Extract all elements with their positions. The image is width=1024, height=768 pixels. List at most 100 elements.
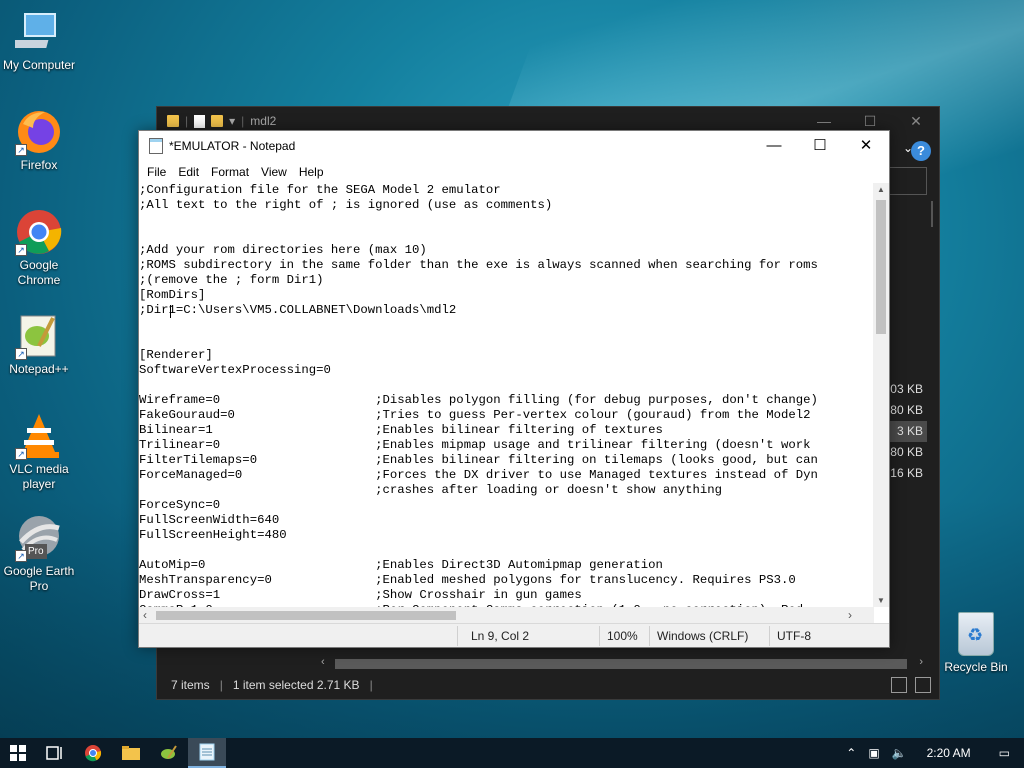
- line-ending: Windows (CRLF): [657, 629, 749, 643]
- menu-format[interactable]: Format: [205, 165, 255, 179]
- text-line[interactable]: [Renderer]: [139, 348, 874, 363]
- details-view-icon[interactable]: [891, 677, 907, 693]
- text-line[interactable]: DrawCross=1 ;Show Crosshair in gun games: [139, 588, 874, 603]
- scroll-up-icon[interactable]: ▲: [873, 185, 889, 194]
- menu-view[interactable]: View: [255, 165, 293, 179]
- text-line[interactable]: [139, 333, 874, 348]
- close-button[interactable]: ✕: [843, 131, 889, 161]
- taskbar-notepad-plus-plus[interactable]: [150, 738, 188, 768]
- status-separator: |: [369, 678, 373, 692]
- text-editor-area[interactable]: ;Configuration file for the SEGA Model 2…: [139, 183, 874, 607]
- zoom-level: 100%: [607, 629, 638, 643]
- text-line[interactable]: ForceManaged=0 ;Forces the DX driver to …: [139, 468, 874, 483]
- dropdown-icon[interactable]: ▾: [229, 114, 235, 128]
- desktop-icon-label: My Computer: [2, 58, 76, 72]
- taskbar-notepad[interactable]: [188, 738, 226, 768]
- text-line[interactable]: ;Configuration file for the SEGA Model 2…: [139, 183, 874, 198]
- text-line[interactable]: Wireframe=0 ;Disables polygon filling (f…: [139, 393, 874, 408]
- cursor-position: Ln 9, Col 2: [471, 629, 530, 643]
- task-view-icon: [46, 746, 62, 760]
- menu-help[interactable]: Help: [293, 165, 330, 179]
- notifications-icon[interactable]: ▭: [985, 746, 1024, 760]
- text-line[interactable]: [139, 543, 874, 558]
- text-line[interactable]: FullScreenWidth=640: [139, 513, 874, 528]
- text-line[interactable]: ;ROMS subdirectory in the same folder th…: [139, 258, 874, 273]
- desktop-icon-firefox[interactable]: ↗ Firefox: [1, 108, 77, 173]
- text-line[interactable]: [139, 318, 874, 333]
- help-icon[interactable]: ?: [911, 141, 931, 161]
- system-tray: ⌃ ▣ 🔈 2:20 AM ▭: [840, 738, 1024, 768]
- volume-icon[interactable]: 🔈: [886, 746, 913, 760]
- desktop-icon-notepad-plus-plus[interactable]: ↗ Notepad++: [1, 312, 77, 377]
- scroll-right-icon[interactable]: ›: [848, 608, 852, 622]
- text-line[interactable]: [139, 228, 874, 243]
- explorer-title: mdl2: [250, 114, 277, 128]
- close-button[interactable]: ✕: [893, 107, 939, 135]
- start-button[interactable]: [0, 738, 36, 768]
- desktop-icon-vlc[interactable]: ↗ VLC media player: [1, 412, 77, 492]
- notepadpp-icon: ↗: [15, 312, 63, 360]
- selection-info: 1 item selected 2.71 KB: [232, 678, 360, 692]
- text-line[interactable]: ;Add your rom directories here (max 10): [139, 243, 874, 258]
- text-cursor: [170, 305, 171, 318]
- text-line[interactable]: [RomDirs]: [139, 288, 874, 303]
- text-line[interactable]: ;crashes after loading or doesn't show a…: [139, 483, 874, 498]
- text-line[interactable]: MeshTransparency=0 ;Enabled meshed polyg…: [139, 573, 874, 588]
- desktop-icon-label: Recycle Bin: [944, 660, 1008, 674]
- new-folder-icon[interactable]: [211, 115, 224, 127]
- text-line[interactable]: ;(remove the ; form Dir1): [139, 273, 874, 288]
- vertical-scrollbar[interactable]: ▲ ▼: [873, 183, 889, 607]
- desktop-icon-google-chrome[interactable]: ↗ Google Chrome: [1, 208, 77, 288]
- taskbar-file-explorer[interactable]: [112, 738, 150, 768]
- recycle-bin-icon: ♻: [958, 612, 994, 656]
- desktop-icon-label: VLC media player: [9, 462, 69, 491]
- chevron-up-icon[interactable]: ⌃: [840, 746, 862, 760]
- scrollbar-thumb[interactable]: [335, 659, 907, 669]
- folder-icon[interactable]: [167, 115, 179, 127]
- text-line[interactable]: SoftwareVertexProcessing=0: [139, 363, 874, 378]
- text-line[interactable]: Trilinear=0 ;Enables mipmap usage and tr…: [139, 438, 874, 453]
- horizontal-scrollbar[interactable]: ‹ ›: [139, 607, 874, 624]
- desktop-icon-label: Google Chrome: [17, 258, 61, 287]
- scroll-right-icon[interactable]: ›: [919, 656, 923, 668]
- text-line[interactable]: Bilinear=1 ;Enables bilinear filtering o…: [139, 423, 874, 438]
- desktop-icon-recycle-bin[interactable]: ♻ Recycle Bin: [938, 612, 1014, 674]
- network-icon[interactable]: ▣: [862, 746, 885, 760]
- scrollbar-thumb[interactable]: [156, 611, 456, 620]
- scroll-left-icon[interactable]: ‹: [321, 656, 325, 668]
- search-box[interactable]: [887, 167, 927, 195]
- google-earth-icon: Pro ↗: [15, 514, 63, 562]
- firefox-icon: ↗: [15, 108, 63, 156]
- menu-edit[interactable]: Edit: [172, 165, 205, 179]
- desktop-icon-my-computer[interactable]: My Computer: [1, 8, 77, 73]
- text-line[interactable]: FakeGouraud=0 ;Tries to guess Per-vertex…: [139, 408, 874, 423]
- desktop-icon-google-earth-pro[interactable]: Pro ↗ Google Earth Pro: [1, 514, 77, 594]
- status-divider: [769, 626, 770, 646]
- scrollbar-thumb[interactable]: [931, 201, 933, 227]
- text-line[interactable]: ;Dir1=C:\Users\VM5.COLLABNET\Downloads\m…: [139, 303, 874, 318]
- properties-icon[interactable]: [194, 114, 206, 128]
- text-line[interactable]: ;All text to the right of ; is ignored (…: [139, 198, 874, 213]
- scrollbar-thumb[interactable]: [876, 200, 886, 334]
- text-line[interactable]: AutoMip=0 ;Enables Direct3D Automipmap g…: [139, 558, 874, 573]
- large-icons-view-icon[interactable]: [915, 677, 931, 693]
- text-line[interactable]: FullScreenHeight=480: [139, 528, 874, 543]
- menu-file[interactable]: File: [141, 165, 172, 179]
- scroll-down-icon[interactable]: ▼: [873, 596, 889, 605]
- status-divider: [457, 626, 458, 646]
- task-view-button[interactable]: [36, 738, 74, 768]
- desktop-icon-label: Firefox: [20, 158, 58, 172]
- text-line[interactable]: [139, 213, 874, 228]
- clock[interactable]: 2:20 AM: [913, 746, 985, 760]
- text-line[interactable]: ForceSync=0: [139, 498, 874, 513]
- computer-icon: [12, 8, 63, 56]
- taskbar-chrome[interactable]: [74, 738, 112, 768]
- text-line[interactable]: [139, 378, 874, 393]
- minimize-button[interactable]: —: [751, 131, 797, 161]
- explorer-horizontal-scrollbar[interactable]: ‹ ›: [319, 656, 925, 672]
- text-line[interactable]: FilterTilemaps=0 ;Enables bilinear filte…: [139, 453, 874, 468]
- maximize-button[interactable]: ☐: [797, 131, 843, 161]
- scroll-left-icon[interactable]: ‹: [143, 608, 147, 622]
- notepad-window[interactable]: *EMULATOR - Notepad — ☐ ✕ File Edit Form…: [138, 130, 890, 648]
- notepad-icon: [149, 138, 163, 154]
